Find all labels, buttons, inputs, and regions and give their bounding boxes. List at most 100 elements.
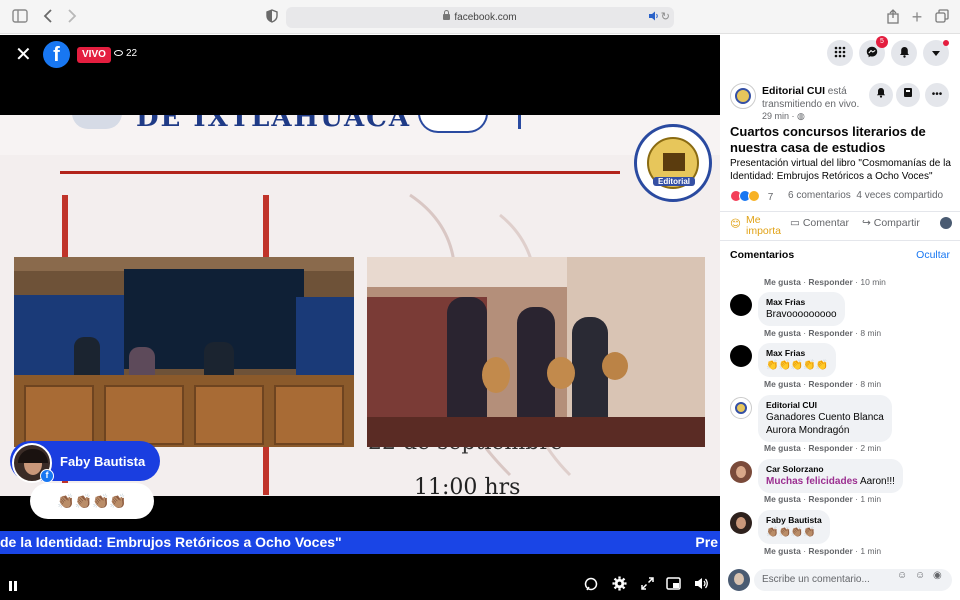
shield-icon[interactable] <box>264 9 280 25</box>
guitar <box>482 357 510 393</box>
camera-icon[interactable]: ◉ <box>933 570 942 581</box>
live-video-player[interactable]: ✕ f VIVO 22 DE IXTLAHUACA CUI Editorial … <box>0 35 720 600</box>
comment-text: 👏🏽👏🏽👏🏽👏🏽 <box>766 527 816 538</box>
reaction-summary[interactable]: 7 6 comentarios 4 veces compartido <box>730 190 943 203</box>
comment-reply-link[interactable]: Responder <box>808 494 852 504</box>
comment-time: 10 min <box>860 277 886 287</box>
save-icon[interactable] <box>896 83 920 107</box>
comment-bubble: Max Frias 👏👏👏👏👏 <box>758 343 837 377</box>
notifications-bell-icon[interactable] <box>891 40 917 66</box>
share-count[interactable]: 4 veces compartido <box>856 190 943 201</box>
comment-author[interactable]: Car Solorzano <box>766 464 895 474</box>
comment-like-link[interactable]: Me gusta <box>764 277 801 287</box>
avatar-sticker-icon[interactable]: ☺ <box>897 570 907 581</box>
avatar[interactable] <box>730 294 752 316</box>
settings-gear-icon[interactable] <box>612 576 627 594</box>
avatar[interactable] <box>728 569 750 591</box>
emoji-icon[interactable]: ☺ <box>915 570 925 581</box>
comment-like-link[interactable]: Me gusta <box>764 379 801 389</box>
like-button-label: Me importa <box>746 214 782 237</box>
comment-reply-link[interactable]: Responder <box>808 277 852 287</box>
comment-author[interactable]: Max Frias <box>766 348 828 358</box>
comment-meta: Me gusta · Responder · 2 min <box>764 443 882 453</box>
comment-like-link[interactable]: Me gusta <box>764 494 801 504</box>
page-avatar[interactable] <box>730 83 756 109</box>
comment-time: 2 min <box>860 443 882 453</box>
comment-count[interactable]: 6 comentarios <box>788 190 851 201</box>
notification-dot <box>943 40 949 46</box>
ceremony-photo <box>14 257 354 447</box>
close-icon[interactable]: ✕ <box>15 45 35 65</box>
comment-like-link[interactable]: Me gusta <box>764 443 801 453</box>
slide-red-line <box>60 171 620 174</box>
avatar[interactable] <box>730 345 752 367</box>
editorial-logo: Editorial <box>634 124 712 202</box>
hide-comments-link[interactable]: Ocultar <box>916 249 950 261</box>
messenger-badge: 5 <box>876 36 888 48</box>
comment-text: Bravooooooooo <box>766 309 837 320</box>
event-time: 11:00 hrs <box>414 475 521 496</box>
browser-toolbar: facebook.com ↻ + <box>0 0 960 34</box>
comment-bubble-icon[interactable] <box>584 577 598 594</box>
comment-like-link[interactable]: Me gusta <box>764 546 801 556</box>
avatar[interactable] <box>730 461 752 483</box>
pause-icon[interactable] <box>8 579 18 595</box>
post-time[interactable]: 29 min · ◍ <box>762 111 805 122</box>
facebook-badge-icon: f <box>40 469 54 483</box>
comment-like-link[interactable]: Me gusta <box>764 328 801 338</box>
share-button[interactable]: ↪ Compartir <box>862 217 920 229</box>
book-icon <box>663 153 685 171</box>
comment-text: Aurora Mondragón <box>766 425 850 436</box>
comment-reply-link[interactable]: Responder <box>808 379 852 389</box>
volume-icon[interactable] <box>694 577 709 593</box>
share-icon[interactable] <box>885 9 901 25</box>
comment-reply-link[interactable]: Responder <box>808 546 852 556</box>
comment-composer: Escribe un comentario... ☺ ☺ ◉ <box>720 565 960 600</box>
sidebar-toggle-icon[interactable] <box>12 9 28 25</box>
comments-header: Comentarios <box>730 249 795 261</box>
share-button-label: Compartir <box>873 217 920 229</box>
overlay-commenter-name: Faby Bautista <box>60 454 146 469</box>
reload-icon[interactable]: ↻ <box>661 7 670 28</box>
viewer-count-value: 22 <box>126 48 138 59</box>
lock-icon <box>443 10 451 20</box>
post-as-avatar[interactable] <box>940 217 952 232</box>
more-options-icon[interactable]: ••• <box>925 83 949 107</box>
guitar-ensemble-photo <box>367 257 705 447</box>
comment-meta: Me gusta · Responder · 1 min <box>764 546 882 556</box>
post-author[interactable]: Editorial CUI <box>762 85 825 97</box>
care-reaction-icon <box>748 190 760 202</box>
comment-reply-link[interactable]: Responder <box>808 328 852 338</box>
slide-decor <box>518 115 548 129</box>
facebook-header-icons: 5 <box>720 35 960 71</box>
comment-tag[interactable]: Muchas felicidades <box>766 476 858 487</box>
new-tab-icon[interactable]: + <box>909 8 925 26</box>
comment-author[interactable]: Editorial CUI <box>766 400 884 410</box>
avatar[interactable] <box>730 397 752 419</box>
bell-icon[interactable] <box>869 83 893 107</box>
comment-button-label: Comentar <box>802 217 849 229</box>
facebook-logo-icon[interactable]: f <box>43 41 70 68</box>
speaker-icon[interactable] <box>648 7 660 28</box>
messenger-icon[interactable]: 5 <box>859 36 888 66</box>
ticker-banner: de la Identidad: Embrujos Retóricos a Oc… <box>0 531 720 554</box>
picture-in-picture-icon[interactable] <box>666 577 681 593</box>
comment-button[interactable]: ▭ Comentar <box>790 217 849 229</box>
forward-icon[interactable] <box>64 9 80 25</box>
back-icon[interactable] <box>40 9 56 25</box>
university-banner <box>14 295 124 375</box>
avatar[interactable] <box>730 512 752 534</box>
live-badge: VIVO <box>77 47 111 63</box>
menu-grid-icon[interactable] <box>827 40 853 66</box>
url-field[interactable]: facebook.com ↻ <box>286 7 674 28</box>
post-author-line: Editorial CUI está transmitiendo en vivo… <box>762 85 872 111</box>
comment-author[interactable]: Faby Bautista <box>766 515 822 525</box>
comment-reply-link[interactable]: Responder <box>808 443 852 453</box>
fullscreen-icon[interactable] <box>641 577 654 593</box>
comment-icon: ▭ <box>790 217 800 229</box>
account-dropdown-icon[interactable] <box>923 40 949 66</box>
guitar <box>602 352 628 380</box>
tabs-overview-icon[interactable] <box>934 9 950 25</box>
comment-author[interactable]: Max Frias <box>766 297 837 307</box>
overlay-comment-text: 👏🏽👏🏽👏🏽👏🏽 <box>30 483 154 519</box>
